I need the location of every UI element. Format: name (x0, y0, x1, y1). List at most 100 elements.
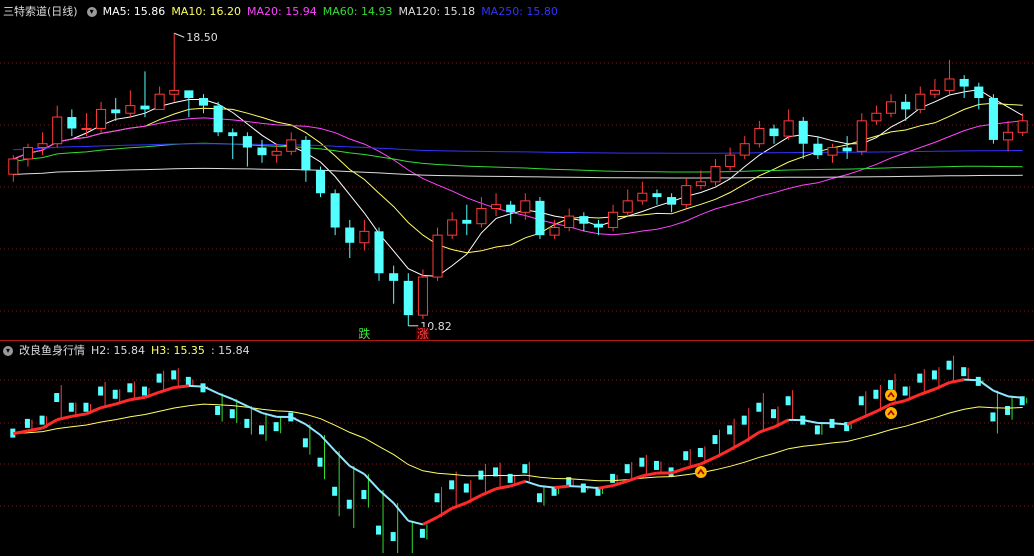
candle-body (755, 128, 764, 143)
candle-body (711, 167, 720, 182)
settings-icon[interactable]: ▾ (87, 7, 97, 17)
h2-line-segment (72, 414, 87, 416)
h2-line-segment (291, 417, 306, 424)
high-label: 18.50 (186, 31, 218, 44)
main-indicator-0: MA5: 15.86 (103, 5, 166, 18)
fish-marker (69, 403, 74, 412)
main-indicator-1: MA10: 16.20 (171, 5, 241, 18)
h2-line-segment (862, 411, 877, 417)
fish-marker (215, 406, 220, 415)
h2-line-segment (101, 404, 116, 408)
candle-body (506, 205, 515, 213)
candle-body (623, 201, 632, 212)
chart-canvas[interactable]: 18.5010.82跌涨 (0, 0, 1034, 553)
ma120-line (13, 168, 1022, 178)
candle-body (1004, 132, 1013, 140)
fish-marker (771, 409, 776, 418)
candle-body (140, 106, 149, 110)
h2-line-segment (145, 392, 160, 397)
candle-body (126, 106, 135, 114)
sub-title: 改良鱼身行情 (19, 344, 85, 357)
h2-line-segment (408, 521, 423, 525)
fish-marker (537, 493, 542, 502)
settings-icon[interactable]: ▾ (3, 346, 13, 356)
fish-marker (332, 487, 337, 496)
candle-body (901, 102, 910, 110)
h2-line-segment (672, 468, 687, 473)
candle-body (667, 197, 676, 205)
candle-body (989, 98, 998, 140)
h2-line-segment (247, 406, 262, 413)
fish-marker (303, 438, 308, 447)
candle-body (872, 113, 881, 121)
candle-body (740, 144, 749, 155)
h2-line-segment (569, 486, 584, 487)
candle-body (769, 128, 778, 136)
candle-body (799, 121, 808, 144)
h2-line-segment (350, 466, 365, 474)
fish-marker (903, 387, 908, 396)
fish-marker (259, 425, 264, 434)
candle-body (199, 98, 208, 106)
candle-body (726, 155, 735, 166)
candle-body (609, 212, 618, 227)
fish-marker (698, 448, 703, 457)
candle-body (287, 140, 296, 151)
fish-marker (581, 484, 586, 493)
fish-marker (127, 383, 132, 392)
h2-line-segment (525, 481, 540, 486)
fish-marker (625, 464, 630, 473)
h2-line-segment (715, 450, 730, 458)
fish-marker (98, 387, 103, 396)
fish-marker (54, 393, 59, 402)
main-legend: 三特索道(日线)▾MA5: 15.86MA10: 16.20MA20: 15.9… (0, 4, 570, 20)
fish-marker (83, 403, 88, 412)
h2-line-segment (28, 428, 43, 431)
fish-marker (815, 425, 820, 434)
sub-indicator-0: H2: 15.84 (91, 344, 145, 357)
h2-line-segment (964, 380, 979, 381)
fish-marker (1005, 406, 1010, 415)
candle-body (945, 79, 954, 90)
ma10-line (13, 103, 1022, 252)
candle-body (53, 117, 62, 144)
h2-line-segment (613, 481, 628, 486)
h2-line-segment (555, 486, 570, 488)
fish-marker (990, 412, 995, 421)
h2-line-segment (891, 401, 906, 404)
candle-body (272, 151, 281, 155)
sub-indicator-list: H2: 15.84H3: 15.35: 15.84 (91, 344, 256, 357)
candle-body (784, 121, 793, 136)
fish-marker (274, 422, 279, 431)
main-indicator-list: MA5: 15.86MA10: 16.20MA20: 15.94MA60: 14… (103, 5, 564, 18)
fish-marker (420, 529, 425, 538)
h2-line-segment (642, 473, 657, 476)
h2-line-segment (189, 386, 204, 387)
h2-line-segment (306, 424, 321, 435)
fish-marker (786, 396, 791, 405)
candle-body (433, 235, 442, 277)
h2-line-segment (233, 399, 248, 406)
fish-marker (683, 451, 688, 460)
fish-marker (859, 396, 864, 405)
fish-marker (40, 416, 45, 425)
h2-line-segment (833, 423, 848, 424)
candle-body (1018, 121, 1027, 132)
h2-line-segment (759, 427, 774, 432)
h2-line-segment (335, 451, 350, 466)
fish-marker (610, 474, 615, 483)
candle-body (301, 140, 310, 170)
candle-body (535, 201, 544, 235)
fish-marker (654, 461, 659, 470)
candle-body (111, 109, 120, 113)
chart-stage[interactable]: 18.5010.82跌涨 (0, 0, 1034, 553)
candle-body (857, 121, 866, 151)
h2-line-segment (701, 457, 716, 464)
h2-line-segment (438, 508, 453, 517)
h2-line-segment (57, 416, 72, 419)
h2-line-segment (203, 387, 218, 394)
main-indicator-3: MA60: 14.93 (323, 5, 393, 18)
candle-body (331, 193, 340, 227)
h2-line-segment (116, 400, 131, 404)
fish-marker (917, 374, 922, 383)
